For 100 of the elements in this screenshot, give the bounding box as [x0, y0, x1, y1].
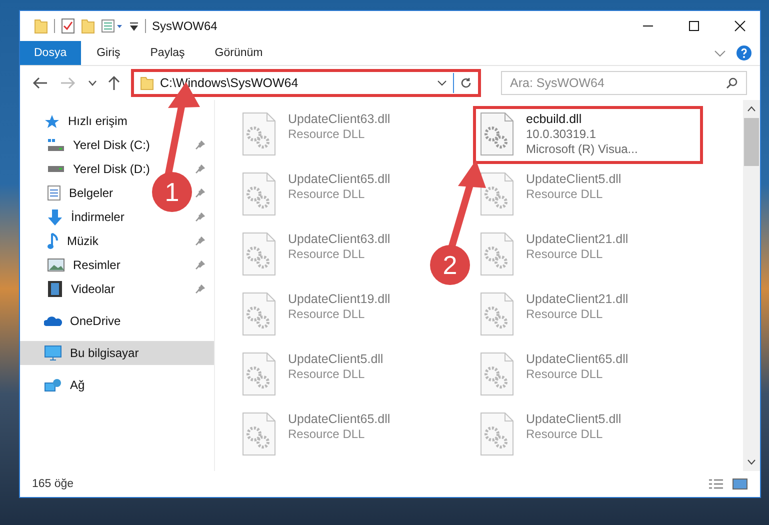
file-item[interactable]: UpdateClient21.dll Resource DLL: [473, 286, 636, 344]
minimize-icon[interactable]: [642, 25, 654, 27]
computer-icon: [44, 345, 62, 361]
file-item[interactable]: UpdateClient5.dll Resource DLL: [235, 346, 390, 404]
sidebar-label: Müzik: [67, 234, 98, 248]
sidebar-label: Resimler: [73, 258, 120, 272]
sidebar-label: Bu bilgisayar: [70, 346, 139, 360]
file-name: UpdateClient19.dll: [288, 292, 390, 306]
search-field[interactable]: Ara: SysWOW64: [501, 71, 747, 95]
scrollbar-thumb[interactable]: [744, 118, 759, 166]
picture-icon: [47, 258, 65, 272]
sidebar-item[interactable]: Yerel Disk (C:): [20, 133, 156, 157]
file-name: UpdateClient5.dll: [526, 412, 622, 426]
dropdown-caret-icon[interactable]: [437, 80, 447, 86]
file-item[interactable]: UpdateClient63.dll Resource DLL: [235, 106, 398, 164]
file-name: UpdateClient65.dll: [288, 172, 390, 186]
pin-icon[interactable]: [195, 284, 205, 294]
gear-file-icon: [480, 352, 514, 396]
sidebar-item[interactable]: Videolar: [20, 277, 121, 301]
caret-icon[interactable]: [88, 80, 97, 86]
file-name: UpdateClient65.dll: [526, 352, 628, 366]
search-icon: [726, 77, 738, 89]
gear-file-icon: [480, 292, 514, 336]
down-arrow-icon: [47, 208, 63, 226]
details-view-icon[interactable]: [708, 479, 724, 489]
sidebar-item[interactable]: Bu bilgisayar: [20, 341, 214, 365]
sidebar-label: OneDrive: [70, 314, 121, 328]
file-detail: Resource DLL: [526, 187, 604, 201]
file-detail: Resource DLL: [288, 247, 366, 261]
sidebar-label: Yerel Disk (C:): [73, 138, 150, 152]
gear-file-icon: [242, 412, 276, 456]
pin-icon[interactable]: [195, 164, 205, 174]
sidebar-label: Ağ: [70, 378, 85, 392]
maximize-icon[interactable]: [688, 20, 700, 32]
sidebar-label: Belgeler: [69, 186, 114, 200]
refresh-icon[interactable]: [460, 77, 472, 89]
large-icons-view-icon[interactable]: [732, 478, 748, 490]
cloud-icon: [44, 315, 62, 327]
file-item[interactable]: UpdateClient5.dll Resource DLL: [473, 406, 628, 464]
number-badge: 2: [430, 245, 470, 285]
view-icon[interactable]: [101, 19, 123, 33]
sidebar-item[interactable]: Ağ: [20, 373, 91, 397]
pin-icon[interactable]: [195, 188, 205, 198]
sidebar-item[interactable]: Hızlı erişim: [20, 109, 134, 133]
file-item[interactable]: UpdateClient19.dll Resource DLL: [235, 286, 398, 344]
number-badge: 1: [152, 172, 192, 212]
sidebar-item[interactable]: Belgeler: [20, 181, 120, 205]
scroll-up-icon[interactable]: [747, 106, 756, 112]
pin-icon[interactable]: [195, 260, 205, 270]
caret-icon[interactable]: [129, 22, 139, 30]
gear-file-icon: [242, 112, 276, 156]
file-name: ecbuild.dll: [526, 112, 583, 126]
up-arrow-icon[interactable]: [107, 75, 121, 91]
ribbon-tab[interactable]: Giriş: [82, 41, 134, 65]
properties-icon[interactable]: [61, 18, 75, 34]
ribbon-tab[interactable]: Paylaş: [136, 41, 199, 65]
scrollbar[interactable]: [743, 100, 760, 471]
gear-file-icon: [242, 352, 276, 396]
file-detail: Resource DLL: [288, 307, 366, 321]
pin-icon[interactable]: [195, 236, 205, 246]
file-detail: Resource DLL: [288, 367, 366, 381]
folder-icon: [140, 76, 154, 90]
file-name: UpdateClient63.dll: [288, 232, 390, 246]
file-detail: Resource DLL: [526, 427, 604, 441]
file-item[interactable]: UpdateClient65.dll Resource DLL: [473, 346, 636, 404]
pin-icon[interactable]: [195, 212, 205, 222]
sidebar-item[interactable]: OneDrive: [20, 309, 127, 333]
gear-file-icon: [480, 172, 514, 216]
sidebar-label: İndirmeler: [71, 210, 124, 224]
file-item[interactable]: UpdateClient5.dll Resource DLL: [473, 166, 628, 224]
close-icon[interactable]: [734, 20, 746, 32]
gear-file-icon: [480, 232, 514, 276]
file-item[interactable]: UpdateClient65.dll Resource DLL: [235, 406, 398, 464]
file-detail: Resource DLL: [288, 187, 366, 201]
file-item[interactable]: UpdateClient63.dll Resource DLL: [235, 226, 398, 284]
file-item[interactable]: ecbuild.dll 10.0.30319.1 Microsoft (R) Visua...: [473, 106, 703, 164]
chevron-icon[interactable]: [714, 50, 726, 56]
gear-file-icon: [480, 412, 514, 456]
file-detail: Resource DLL: [526, 247, 604, 261]
sidebar-item[interactable]: Müzik: [20, 229, 104, 253]
document-icon: [47, 185, 61, 201]
item-count: 165 öğe: [32, 478, 74, 490]
help-icon[interactable]: [736, 45, 752, 61]
back-icon[interactable]: [32, 76, 48, 90]
file-detail: Resource DLL: [526, 307, 604, 321]
file-detail: Resource DLL: [526, 367, 604, 381]
sidebar-item[interactable]: İndirmeler: [20, 205, 130, 229]
file-item[interactable]: UpdateClient65.dll Resource DLL: [235, 166, 398, 224]
file-name: UpdateClient5.dll: [288, 352, 384, 366]
ribbon-tab[interactable]: Görünüm: [200, 41, 277, 65]
scroll-down-icon[interactable]: [747, 459, 756, 465]
file-detail: Resource DLL: [288, 427, 366, 441]
file-name: UpdateClient65.dll: [288, 412, 390, 426]
address-bar[interactable]: C:\Windows\SysWOW64: [131, 69, 481, 97]
sidebar-label: Videolar: [71, 282, 115, 296]
star-icon: [44, 114, 60, 128]
file-item[interactable]: UpdateClient21.dll Resource DLL: [473, 226, 636, 284]
pin-icon[interactable]: [195, 140, 205, 150]
sidebar-item[interactable]: Resimler: [20, 253, 126, 277]
file-detail: Microsoft (R) Visua...: [526, 142, 638, 156]
